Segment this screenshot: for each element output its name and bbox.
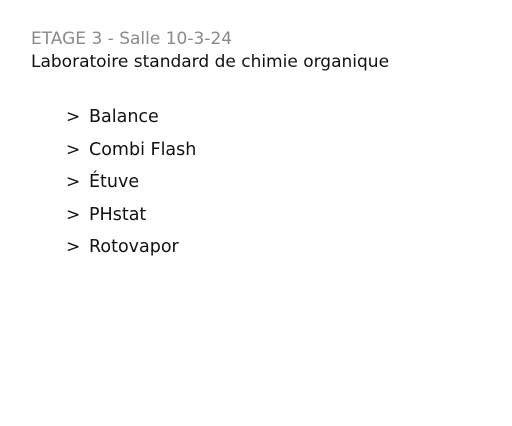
equipment-item-label: Étuve <box>89 172 140 193</box>
room-header: ETAGE 3 - Salle 10-3-24 Laboratoire stan… <box>31 28 389 74</box>
equipment-list: > Balance > Combi Flash > Étuve > PHstat… <box>66 101 196 264</box>
equipment-item-label: PHstat <box>89 204 147 225</box>
floor-room-label: ETAGE 3 - Salle 10-3-24 <box>31 29 233 49</box>
chevron-right-icon: > <box>66 107 81 128</box>
equipment-item-phstat[interactable]: > PHstat <box>66 199 196 232</box>
lab-title: Laboratoire standard de chimie organique <box>31 52 390 72</box>
equipment-item-label: Combi Flash <box>89 139 197 160</box>
equipment-item-combi-flash[interactable]: > Combi Flash <box>66 134 196 167</box>
chevron-right-icon: > <box>66 204 81 225</box>
equipment-item-label: Balance <box>89 107 159 128</box>
equipment-item-rotovapor[interactable]: > Rotovapor <box>66 231 196 264</box>
equipment-item-etuve[interactable]: > Étuve <box>66 166 196 199</box>
chevron-right-icon: > <box>66 139 81 160</box>
chevron-right-icon: > <box>66 172 81 193</box>
equipment-item-balance[interactable]: > Balance <box>66 101 196 134</box>
chevron-right-icon: > <box>66 237 81 258</box>
equipment-item-label: Rotovapor <box>89 237 179 258</box>
